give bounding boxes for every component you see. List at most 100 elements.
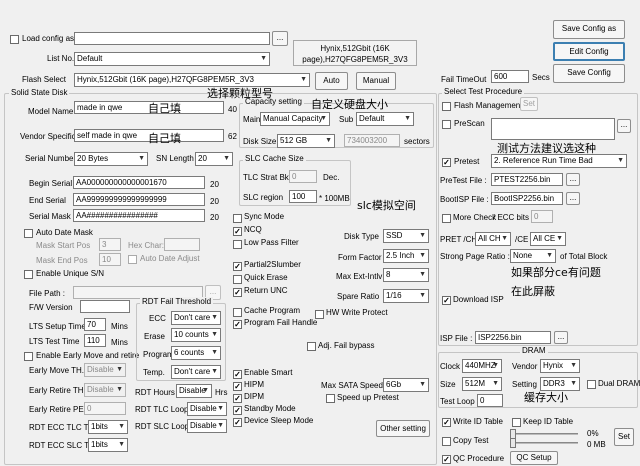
edit-config-button[interactable]: Edit Config xyxy=(553,42,625,61)
enable-unique-sn-checkbox[interactable] xyxy=(24,270,33,279)
pretest-select[interactable]: 2. Reference Run Time Bad ▼ xyxy=(491,154,627,168)
partial-slumber-checkbox[interactable]: ✓ xyxy=(233,262,242,271)
slc-loops-select[interactable]: Disable ▼ xyxy=(187,419,227,433)
hw-write-protect-checkbox[interactable] xyxy=(315,310,324,319)
load-config-browse-button[interactable]: ... xyxy=(272,31,288,46)
speed-up-pretest-checkbox[interactable] xyxy=(326,394,335,403)
prescan-file-input[interactable] xyxy=(491,118,615,140)
program-fail-handle-label: Program Fail Handle xyxy=(244,318,318,327)
dual-dram-checkbox[interactable] xyxy=(587,380,596,389)
enable-smart-checkbox[interactable]: ✓ xyxy=(233,370,242,379)
ecc-tlc-select[interactable]: 1bits ▼ xyxy=(88,420,128,434)
dram-vendor-select[interactable]: Hynix ▼ xyxy=(540,359,580,373)
max-sata-select[interactable]: 6Gb ▼ xyxy=(383,378,429,392)
bootisp-file-input[interactable]: BootISP2256.bin xyxy=(491,192,563,205)
rdt-temp-select[interactable]: Don't care ▼ xyxy=(171,365,221,379)
isp-browse-button[interactable]: ... xyxy=(554,331,568,344)
download-isp-checkbox[interactable]: ✓ xyxy=(442,296,451,305)
sync-mode-checkbox[interactable] xyxy=(233,214,242,223)
prescan-browse-button[interactable]: ... xyxy=(617,119,631,133)
hex-char-input[interactable] xyxy=(164,238,200,251)
pretest-file-input[interactable]: PTEST2256.bin xyxy=(491,173,563,186)
rdt-ecc-select[interactable]: Don't care ▼ xyxy=(171,311,221,325)
fw-version-input[interactable] xyxy=(80,300,130,313)
copy-test-slider-track[interactable] xyxy=(510,433,578,435)
lts-setup-input[interactable]: 70 xyxy=(84,318,106,331)
qc-setup-button[interactable]: QC Setup xyxy=(510,451,558,465)
form-factor-select[interactable]: 2.5 Inch ▼ xyxy=(383,249,429,263)
mask-end-pos-input[interactable]: 10 xyxy=(99,253,121,266)
end-serial-input[interactable]: AA999999999999999999 xyxy=(73,193,205,206)
prescan-checkbox[interactable] xyxy=(442,120,451,129)
adj-fail-bypass-checkbox[interactable] xyxy=(307,342,316,351)
low-pass-filter-checkbox[interactable] xyxy=(233,240,242,249)
early-move-select[interactable]: Disable ▼ xyxy=(84,363,126,377)
test-loop-input[interactable]: 0 xyxy=(477,394,503,407)
serial-mask-input[interactable]: AA################ xyxy=(73,209,205,222)
disk-sectors-input[interactable]: 734003200 xyxy=(344,134,400,147)
sn-length-select[interactable]: 20 ▼ xyxy=(195,152,233,166)
ecc-slc-select[interactable]: 1bits ▼ xyxy=(88,438,128,452)
save-config-as-button[interactable]: Save Config as xyxy=(553,20,625,39)
save-config-button[interactable]: Save Config xyxy=(553,64,625,83)
isp-file-input[interactable]: ISP2256.bin xyxy=(475,331,551,344)
begin-serial-input[interactable]: AA000000000000001670 xyxy=(73,176,205,189)
flash-management-checkbox[interactable] xyxy=(442,102,451,111)
qc-procedure-checkbox[interactable]: ✓ xyxy=(442,455,451,464)
copy-size-slider-thumb[interactable] xyxy=(510,438,516,448)
max-ext-select[interactable]: 8 ▼ xyxy=(383,268,429,282)
manual-button[interactable]: Manual xyxy=(356,72,396,90)
program-fail-handle-checkbox[interactable]: ✓ xyxy=(233,320,242,329)
load-config-checkbox[interactable] xyxy=(10,35,19,44)
auto-button[interactable]: Auto xyxy=(315,72,348,90)
copy-test-set-button[interactable]: Set xyxy=(614,428,634,446)
dram-clock-select[interactable]: 440MHZ ▼ xyxy=(462,359,502,373)
disk-type-select[interactable]: SSD ▼ xyxy=(383,229,429,243)
bootisp-browse-button[interactable]: ... xyxy=(566,192,580,205)
quick-erase-checkbox[interactable] xyxy=(233,275,242,284)
auto-date-mask-checkbox[interactable] xyxy=(24,229,33,238)
return-unc-checkbox[interactable]: ✓ xyxy=(233,288,242,297)
capacity-sub-select[interactable]: Default ▼ xyxy=(356,112,414,126)
load-config-path[interactable] xyxy=(74,32,270,45)
capacity-main-select[interactable]: Manual Capacity ▼ xyxy=(260,112,330,126)
list-no-select[interactable]: Default ▼ xyxy=(74,52,270,66)
ce-select[interactable]: All CE ▼ xyxy=(530,232,566,246)
flash-management-set-button[interactable]: Set xyxy=(520,97,538,111)
dipm-checkbox[interactable]: ✓ xyxy=(233,394,242,403)
spare-ratio-select[interactable]: 1/16 ▼ xyxy=(383,289,429,303)
early-retire-select[interactable]: Disable ▼ xyxy=(84,383,126,397)
early-retire-pe-input[interactable]: 0 xyxy=(84,402,126,415)
dram-size-select[interactable]: 512M ▼ xyxy=(462,377,502,391)
cache-program-checkbox[interactable] xyxy=(233,308,242,317)
copy-size-slider-track[interactable] xyxy=(510,442,578,444)
serial-number-select[interactable]: 20 Bytes ▼ xyxy=(74,152,148,166)
ecc-bits-input[interactable]: 0 xyxy=(531,210,553,223)
strong-page-select[interactable]: None ▼ xyxy=(510,249,556,263)
more-check-checkbox[interactable] xyxy=(442,214,451,223)
lts-test-input[interactable]: 110 xyxy=(84,334,106,347)
rdt-erase-select[interactable]: 10 counts ▼ xyxy=(171,328,221,342)
write-id-table-checkbox[interactable]: ✓ xyxy=(442,418,451,427)
standby-mode-checkbox[interactable]: ✓ xyxy=(233,406,242,415)
mask-start-pos-input[interactable]: 3 xyxy=(99,238,121,251)
hipm-checkbox[interactable]: ✓ xyxy=(233,382,242,391)
rdt-hours-select[interactable]: Disable ▼ xyxy=(176,384,212,398)
flash-select-dropdown[interactable]: Hynix,512Gbit (16K page),H27QFG8PEM5R_3V… xyxy=(74,73,310,87)
pretest-browse-button[interactable]: ... xyxy=(566,173,580,186)
device-sleep-mode-checkbox[interactable]: ✓ xyxy=(233,418,242,427)
keep-id-table-checkbox[interactable] xyxy=(512,418,521,427)
pret-ch-select[interactable]: All CH ▼ xyxy=(475,232,511,246)
ncq-checkbox[interactable]: ✓ xyxy=(233,227,242,236)
pretest-checkbox[interactable]: ✓ xyxy=(442,158,451,167)
fail-timeout-input[interactable]: 600 xyxy=(491,70,529,83)
other-setting-button[interactable]: Other setting xyxy=(376,420,430,437)
tlc-loops-select[interactable]: Disable ▼ xyxy=(187,402,227,416)
tlc-strat-input[interactable]: 0 xyxy=(289,170,317,183)
copy-test-checkbox[interactable] xyxy=(442,437,451,446)
disk-size-select[interactable]: 512 GB ▼ xyxy=(277,134,335,148)
rdt-program-select[interactable]: 6 counts ▼ xyxy=(171,346,221,360)
enable-early-move-checkbox[interactable] xyxy=(24,352,33,361)
slc-region-input[interactable]: 100 xyxy=(289,190,317,203)
auto-date-adjust-checkbox[interactable] xyxy=(128,255,137,264)
